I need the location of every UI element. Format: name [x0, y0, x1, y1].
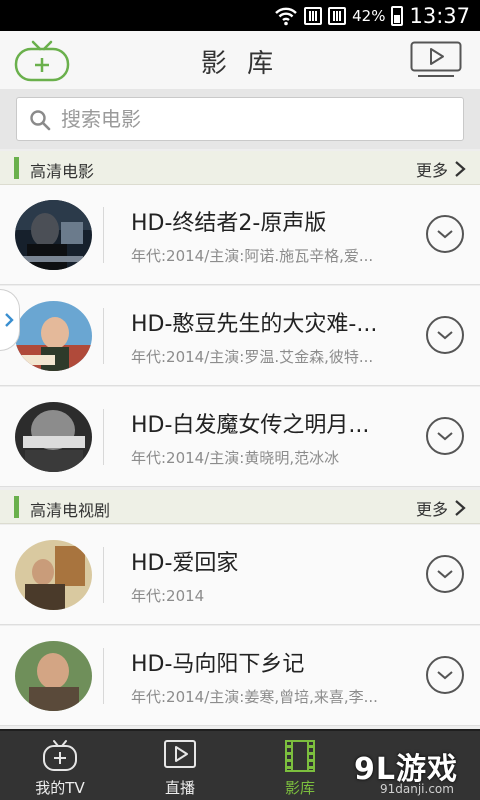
- poster-thumbnail: [15, 301, 92, 371]
- item-subtitle: 年代:2014: [131, 587, 205, 605]
- search-input[interactable]: [61, 98, 451, 140]
- nav-my-tv[interactable]: 我的TV: [0, 731, 120, 800]
- item-title: HD-马向阳下乡记: [131, 652, 305, 677]
- item-title: HD-憨豆先生的大灾难-...: [131, 312, 378, 337]
- expand-button[interactable]: [426, 555, 464, 593]
- poster-thumbnail: [15, 540, 92, 610]
- item-subtitle: 年代:2014/主演:罗温.艾金森,彼特...: [131, 348, 374, 366]
- divider: [103, 207, 104, 263]
- battery-percent: 42%: [352, 6, 386, 25]
- expand-button[interactable]: [426, 316, 464, 354]
- player-icon[interactable]: [410, 41, 462, 79]
- clock: 13:37: [409, 3, 470, 28]
- item-title: HD-爱回家: [131, 551, 239, 576]
- battery-icon: [391, 5, 404, 26]
- nav-label: 我的TV: [35, 779, 85, 797]
- poster-thumbnail: [15, 641, 92, 711]
- chevron-right-icon: [455, 500, 466, 516]
- chevron-right-icon: [455, 161, 466, 177]
- tv-add-icon: [43, 740, 77, 771]
- play-icon: [164, 740, 196, 768]
- nav-live[interactable]: 直播: [120, 731, 240, 800]
- poster-thumbnail: [15, 402, 92, 472]
- signal-icon-2: [328, 6, 347, 25]
- more-label: 更多: [415, 161, 448, 180]
- section-accent-bar: [14, 496, 19, 518]
- section-header-movies: 高清电影 更多: [0, 151, 480, 185]
- chevron-down-icon: [437, 331, 453, 340]
- poster-thumbnail: [15, 200, 92, 270]
- divider: [103, 547, 104, 603]
- status-bar: 42% 13:37: [0, 0, 480, 31]
- chevron-right-icon: [5, 313, 14, 327]
- more-label: 更多: [415, 500, 448, 519]
- list-item[interactable]: HD-马向阳下乡记 年代:2014/主演:姜寒,曾培,来喜,李...: [0, 626, 480, 726]
- list-item[interactable]: HD-憨豆先生的大灾难-... 年代:2014/主演:罗温.艾金森,彼特...: [0, 286, 480, 386]
- item-subtitle: 年代:2014/主演:阿诺.施瓦辛格,爱...: [131, 247, 374, 265]
- signal-icon: [304, 6, 323, 25]
- section-accent-bar: [14, 157, 19, 179]
- item-subtitle: 年代:2014/主演:姜寒,曾培,来喜,李...: [131, 688, 378, 706]
- brand-watermark: 9L游戏 91danji.com: [354, 744, 476, 800]
- chevron-down-icon: [437, 671, 453, 680]
- nav-library[interactable]: 影库: [240, 731, 360, 800]
- more-link[interactable]: 更多: [416, 496, 466, 520]
- divider: [103, 308, 104, 364]
- search-box[interactable]: [16, 97, 464, 141]
- chevron-down-icon: [437, 432, 453, 441]
- section-title: 高清电视剧: [30, 501, 111, 520]
- search-icon: [30, 110, 51, 131]
- search-bar: [0, 89, 480, 149]
- chevron-down-icon: [437, 570, 453, 579]
- divider: [103, 409, 104, 465]
- brand-url: 91danji.com: [380, 782, 454, 796]
- expand-button[interactable]: [426, 417, 464, 455]
- list-item[interactable]: HD-白发魔女传之明月... 年代:2014/主演:黄晓明,范冰冰: [0, 387, 480, 487]
- section-title: 高清电影: [30, 162, 95, 181]
- list-item[interactable]: HD-终结者2-原声版 年代:2014/主演:阿诺.施瓦辛格,爱...: [0, 185, 480, 285]
- section-header-tv: 高清电视剧 更多: [0, 490, 480, 524]
- title-bar: 影 库: [0, 31, 480, 89]
- film-icon: [285, 740, 315, 772]
- nav-label: 直播: [164, 779, 195, 797]
- expand-button[interactable]: [426, 656, 464, 694]
- item-title: HD-白发魔女传之明月...: [131, 413, 370, 438]
- expand-button[interactable]: [426, 215, 464, 253]
- more-link[interactable]: 更多: [416, 157, 466, 181]
- page-title: 影 库: [200, 49, 280, 79]
- item-title: HD-终结者2-原声版: [131, 211, 327, 236]
- wifi-icon: [275, 7, 297, 25]
- item-subtitle: 年代:2014/主演:黄晓明,范冰冰: [131, 449, 340, 467]
- divider: [103, 648, 104, 704]
- nav-label: 影库: [284, 779, 315, 797]
- list-item[interactable]: HD-爱回家 年代:2014: [0, 525, 480, 625]
- chevron-down-icon: [437, 230, 453, 239]
